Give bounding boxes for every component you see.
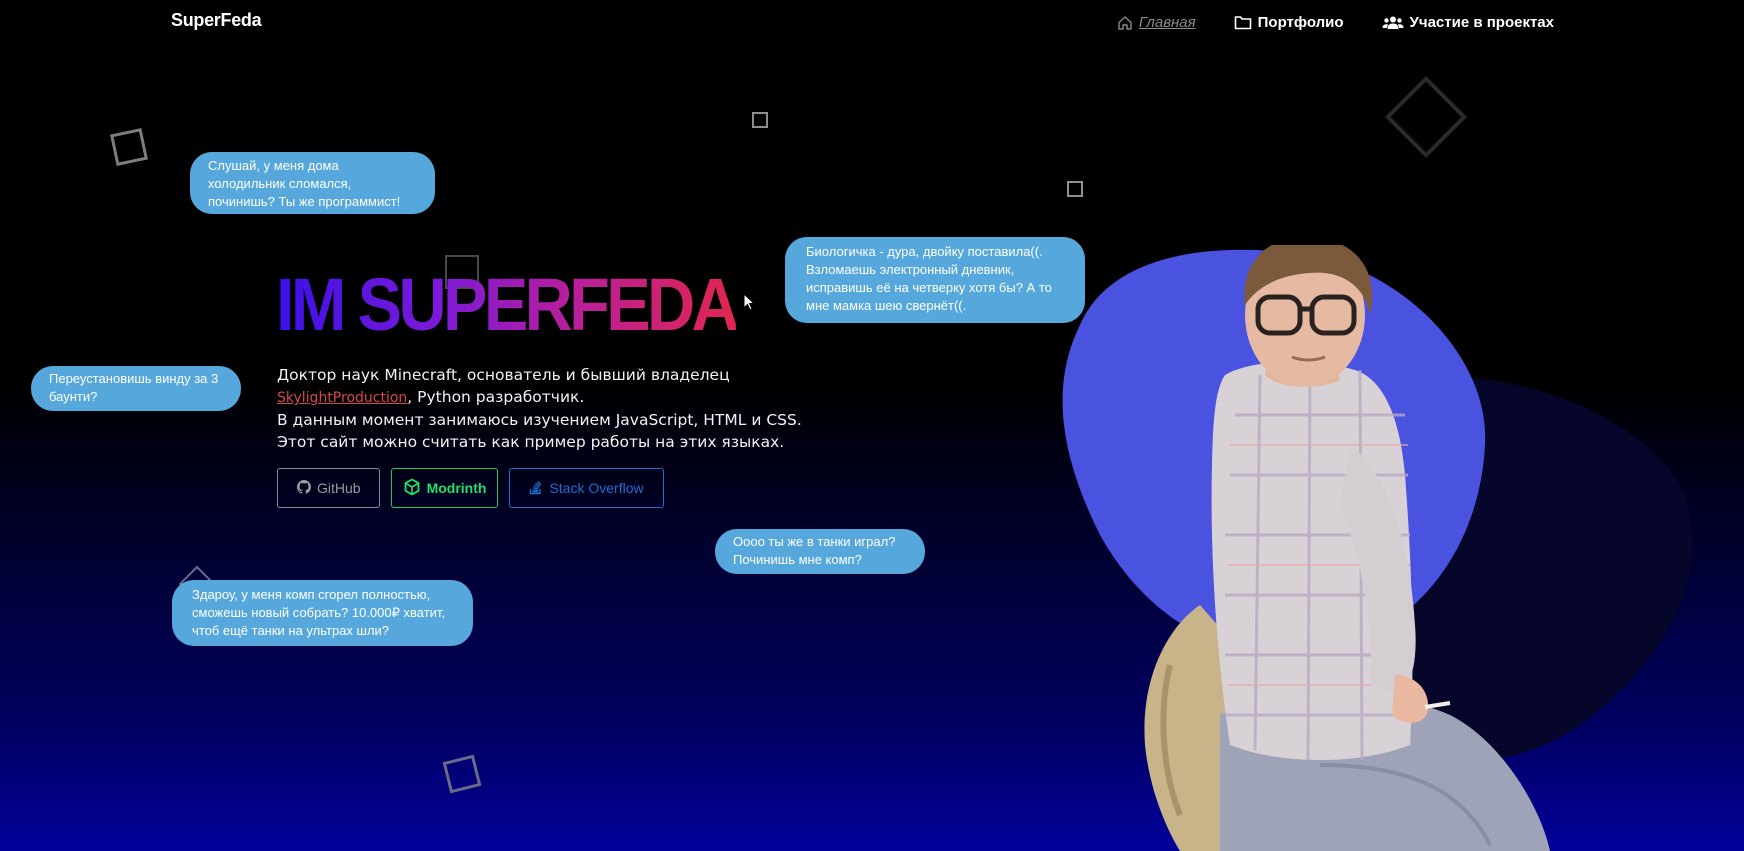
- github-button[interactable]: GitHub: [277, 468, 380, 508]
- speech-bubble-fridge: Слушай, у меня дома холодильник сломался…: [190, 152, 435, 214]
- hero-title: IM SUPERFEDA: [276, 263, 740, 346]
- users-icon: [1382, 15, 1404, 30]
- github-icon: [297, 479, 311, 497]
- folder-icon: [1234, 15, 1252, 30]
- nav-portfolio[interactable]: Портфолио: [1234, 14, 1344, 31]
- hero-description: Доктор наук Minecraft, основатель и бывш…: [277, 364, 837, 453]
- deco-square: [752, 112, 768, 128]
- hero-line-2: , Python разработчик.: [407, 388, 585, 406]
- nav-portfolio-label: Портфолио: [1257, 14, 1344, 31]
- main-nav: Главная Портфолио Участие в проектах: [1117, 14, 1554, 31]
- speech-bubble-tanks: Оооо ты же в танки играл? Починишь мне к…: [715, 529, 925, 574]
- speech-bubble-pc: Здароу, у меня комп сгорел полностью, см…: [172, 580, 473, 646]
- speech-bubble-windows: Переустановишь винду за 3 баунти?: [31, 366, 241, 411]
- stackoverflow-icon: [529, 479, 543, 498]
- home-icon: [1117, 15, 1133, 31]
- nav-projects-label: Участие в проектах: [1409, 14, 1554, 31]
- hero-illustration: [1020, 245, 1744, 851]
- nav-projects[interactable]: Участие в проектах: [1382, 14, 1554, 31]
- skylight-link[interactable]: SkylightProduction: [277, 390, 407, 406]
- deco-square: [110, 128, 148, 166]
- hero-line-1: Доктор наук Minecraft, основатель и бывш…: [277, 366, 730, 384]
- stackoverflow-label: Stack Overflow: [549, 480, 644, 496]
- modrinth-icon: [403, 478, 421, 499]
- mouse-cursor-icon: [743, 292, 756, 315]
- modrinth-button[interactable]: Modrinth: [390, 468, 499, 508]
- hero-line-3: В данным момент занимаюсь изучением Java…: [277, 411, 802, 451]
- social-buttons: GitHub Modrinth Stack Overflow: [277, 468, 664, 508]
- nav-home[interactable]: Главная: [1117, 14, 1196, 31]
- stackoverflow-button[interactable]: Stack Overflow: [509, 468, 664, 508]
- person-photo: [1144, 245, 1550, 851]
- deco-square: [1384, 75, 1468, 159]
- deco-square: [1067, 181, 1083, 197]
- github-label: GitHub: [317, 480, 361, 496]
- deco-square: [442, 754, 482, 794]
- modrinth-label: Modrinth: [426, 480, 487, 496]
- brand-logo[interactable]: SuperFeda: [171, 10, 262, 31]
- nav-home-label: Главная: [1138, 14, 1196, 31]
